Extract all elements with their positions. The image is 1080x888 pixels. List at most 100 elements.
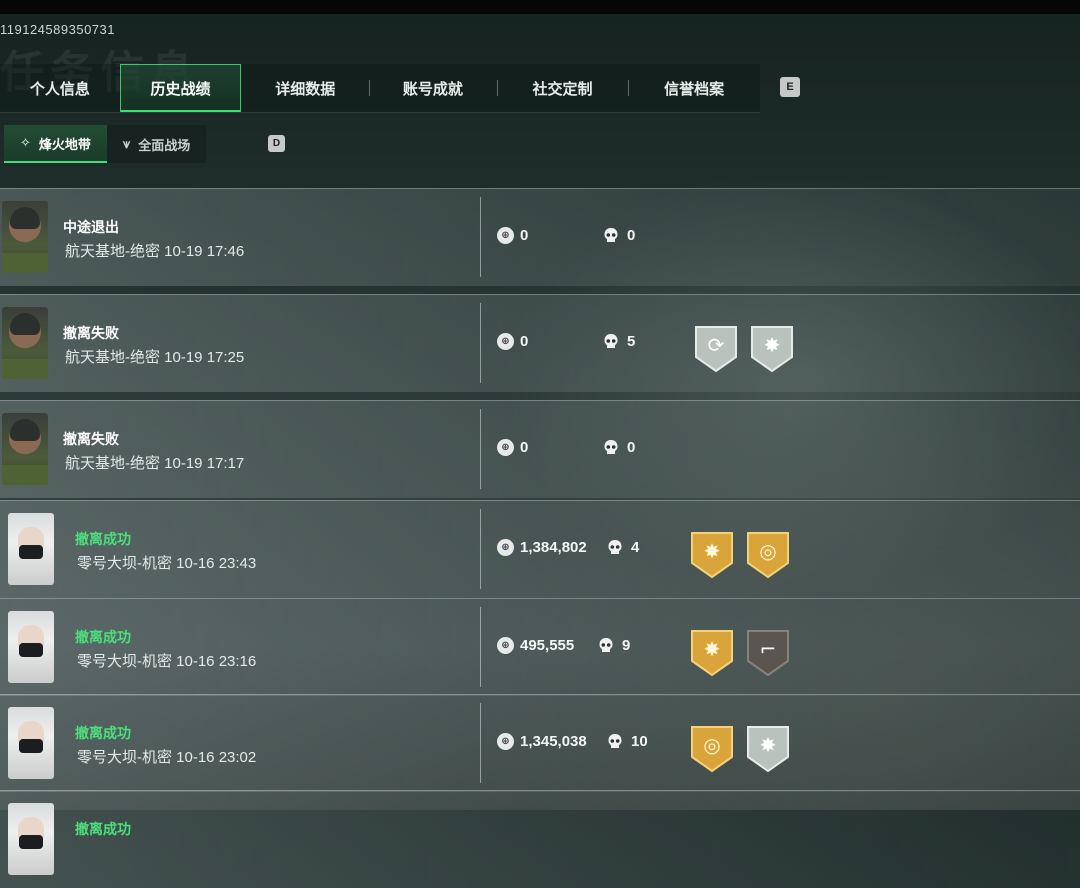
match-record-row[interactable]: 撤离失败航天基地-绝密 10-19 17:17 ⊕ 0 0 — [0, 400, 1080, 498]
mode-next-key-hint[interactable]: D — [268, 135, 285, 152]
operator-avatar — [8, 707, 54, 779]
coin-value: ⊕ 0 — [497, 333, 528, 350]
mode-label: 全面战场 — [138, 137, 191, 153]
burst-icon: ✸ — [691, 532, 733, 579]
extraction-status: 中途退出 — [63, 219, 119, 235]
gun-badge[interactable]: ⌐ — [746, 629, 790, 677]
map-and-time: 零号大坝-机密 10-16 23:16 — [77, 653, 257, 670]
map-and-time: 零号大坝-机密 10-16 23:43 — [77, 555, 257, 572]
coin-amount: 1,384,802 — [520, 539, 587, 556]
mode-operations[interactable]: ✧ 烽火地带 — [4, 125, 107, 163]
svg-text:⌐: ⌐ — [760, 637, 777, 661]
mode-warfare[interactable]: ⩛ 全面战场 — [106, 125, 207, 163]
map-and-time: 航天基地-绝密 10-19 17:17 — [65, 455, 245, 472]
tab-credit-record[interactable]: 信誉档案 — [628, 64, 760, 112]
tab-achievements[interactable]: 账号成就 — [369, 64, 497, 112]
coin-stack-badge[interactable]: ◎ — [690, 725, 734, 773]
kill-count: 5 — [603, 333, 635, 350]
extraction-status: 撤离失败 — [63, 431, 119, 447]
kill-count: 10 — [607, 733, 648, 750]
tab-label: 社交定制 — [532, 80, 593, 98]
coin-amount: 1,345,038 — [520, 733, 587, 750]
match-record-row[interactable]: 撤离成功 零号大坝-机密 10-16 23:16 ⊕ 495,555 9 ✸ ⌐ — [0, 598, 1080, 696]
coin-icon: ⊕ — [497, 439, 514, 456]
kill-amount: 0 — [627, 227, 636, 244]
burst-icon: ✸ — [747, 726, 789, 773]
burst-badge[interactable]: ✸ — [750, 325, 794, 373]
match-record-row[interactable]: 中途退出 航天基地-绝密 10-19 17:46 ⊕ 0 0 — [0, 188, 1080, 286]
mode-switcher: ✧ 烽火地带 ⩛ 全面战场 — [4, 125, 207, 163]
coin-stack-icon: ◎ — [691, 726, 733, 773]
coin-stack-icon: ◎ — [747, 532, 789, 579]
coin-value: ⊕ 0 — [497, 439, 528, 456]
extraction-status: 撤离成功 — [75, 531, 131, 547]
tab-label: 历史战绩 — [150, 80, 211, 98]
map-and-time: 航天基地-绝密 10-19 17:46 — [65, 243, 245, 260]
extraction-status: 撤离成功 — [75, 629, 131, 645]
coin-value: ⊕ 0 — [497, 227, 528, 244]
tab-label: 个人信息 — [29, 80, 90, 98]
mode-label: 烽火地带 — [38, 136, 91, 152]
map-and-time: 航天基地-绝密 10-19 17:25 — [65, 349, 245, 366]
operator-avatar — [8, 803, 54, 875]
row-divider — [480, 197, 481, 277]
kill-count: 4 — [607, 539, 639, 556]
coin-amount: 0 — [520, 227, 529, 244]
coin-amount: 495,555 — [520, 637, 575, 654]
skull-icon — [607, 539, 623, 556]
coin-icon: ⊕ — [497, 333, 514, 350]
coin-icon: ⊕ — [497, 227, 514, 244]
operator-avatar — [8, 611, 54, 683]
svg-text:✸: ✸ — [704, 539, 721, 563]
map-and-time: 零号大坝-机密 10-16 23:02 — [77, 749, 257, 766]
tab-personal-info[interactable]: 个人信息 — [0, 64, 120, 112]
crest-icon: ✧ — [20, 135, 31, 150]
coin-value: ⊕ 1,345,038 — [497, 733, 587, 750]
row-divider — [480, 703, 481, 783]
row-divider — [480, 409, 481, 489]
match-record-row[interactable]: 撤离成功零号大坝-机密 10-16 23:43 ⊕ 1,384,802 4 ✸ ◎ — [0, 500, 1080, 598]
top-bezel — [0, 0, 1080, 14]
skull-icon — [607, 733, 623, 750]
svg-text:◎: ◎ — [703, 733, 720, 757]
burst-badge[interactable]: ✸ — [690, 629, 734, 677]
extraction-status: 撤离成功 — [75, 725, 131, 741]
kill-amount: 4 — [631, 539, 640, 556]
burst-badge[interactable]: ✸ — [746, 725, 790, 773]
account-id: 119124589350731 — [0, 22, 115, 37]
main-tabs: 个人信息 历史战绩 详细数据 账号成就 社交定制 信誉档案 — [0, 64, 760, 113]
skull-icon — [603, 227, 619, 244]
burst-badge[interactable]: ✸ — [690, 531, 734, 579]
tab-social-custom[interactable]: 社交定制 — [496, 64, 629, 112]
match-record-row[interactable]: 撤离成功 — [0, 790, 1080, 888]
kill-count: 9 — [598, 637, 630, 654]
svg-text:⟳: ⟳ — [708, 333, 725, 357]
svg-text:◎: ◎ — [759, 539, 776, 563]
coin-amount: 0 — [520, 333, 529, 350]
operator-avatar — [2, 201, 48, 273]
tab-label: 账号成就 — [402, 80, 463, 98]
extraction-status: 撤离成功 — [75, 821, 131, 837]
match-record-row[interactable]: 撤离失败 航天基地-绝密 10-19 17:25 ⊕ 0 5 ⟳ ✸ — [0, 294, 1080, 392]
tab-detailed-data[interactable]: 详细数据 — [241, 64, 369, 112]
tab-next-key-hint[interactable]: E — [780, 77, 800, 97]
kill-amount: 0 — [627, 439, 636, 456]
kill-count: 0 — [603, 227, 635, 244]
operator-avatar — [2, 307, 48, 379]
tab-match-history[interactable]: 历史战绩 — [119, 64, 242, 112]
tab-label: 信誉档案 — [664, 80, 725, 98]
extraction-status: 撤离失败 — [63, 325, 119, 341]
coin-stack-badge[interactable]: ◎ — [746, 531, 790, 579]
match-record-row[interactable]: 撤离成功零号大坝-机密 10-16 23:02 ⊕ 1,345,038 10 ◎ ✸ — [0, 694, 1080, 792]
kill-amount: 10 — [631, 733, 648, 750]
row-divider — [480, 607, 481, 687]
burst-icon: ✸ — [751, 326, 793, 373]
burst-icon: ✸ — [691, 630, 733, 677]
kill-count: 0 — [603, 439, 635, 456]
row-divider — [480, 509, 481, 589]
gun-icon: ⌐ — [747, 630, 789, 677]
svg-text:✸: ✸ — [760, 733, 777, 757]
cycle-badge[interactable]: ⟳ — [694, 325, 738, 373]
coin-icon: ⊕ — [497, 733, 514, 750]
coin-icon: ⊕ — [497, 539, 514, 556]
